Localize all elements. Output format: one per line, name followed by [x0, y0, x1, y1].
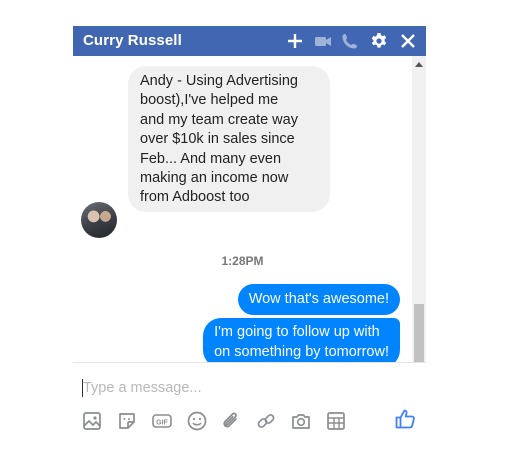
message-line: boost),I've helped me [140, 92, 279, 109]
message-line: from Adboost too [140, 189, 250, 206]
outgoing-message: Wow that's awesome! [237, 284, 400, 315]
message-line: over $10k in sales since [140, 131, 295, 148]
message-list[interactable]: Andy - Using Advertising boost),I've hel… [73, 56, 426, 392]
message-composer: GIF [73, 363, 426, 446]
gear-icon[interactable] [370, 32, 388, 50]
chat-window: Curry Russell Andy - Using Advertising b… [73, 26, 426, 446]
thumbs-up-icon[interactable] [394, 407, 418, 431]
message-line: Feb... And many even [140, 150, 282, 167]
svg-text:GIF: GIF [156, 419, 168, 426]
emoji-icon[interactable] [186, 410, 208, 432]
video-icon[interactable] [314, 32, 332, 50]
sticker-icon[interactable] [116, 410, 138, 432]
message-line: on something by tomorrow! [214, 343, 389, 360]
avatar[interactable] [81, 202, 117, 238]
gif-icon[interactable]: GIF [151, 410, 173, 432]
plus-icon[interactable] [286, 32, 304, 50]
message-line: and my team create way [140, 111, 298, 128]
message-line: Andy - Using Advertising [140, 73, 298, 89]
chat-header[interactable]: Curry Russell [73, 26, 426, 56]
message-timestamp: 1:28PM [221, 254, 264, 268]
message-input[interactable] [81, 378, 383, 398]
phone-icon[interactable] [341, 32, 359, 50]
message-line: Wow that's awesome! [248, 291, 389, 307]
scrollbar[interactable] [412, 56, 426, 392]
table-icon[interactable] [325, 410, 347, 432]
camera-icon[interactable] [290, 410, 312, 432]
contact-name[interactable]: Curry Russell [83, 32, 182, 49]
outgoing-message: I'm going to follow up with on something… [203, 318, 400, 368]
text-cursor [82, 379, 83, 397]
incoming-message: Andy - Using Advertising boost),I've hel… [128, 66, 330, 212]
link-icon[interactable] [255, 410, 277, 432]
message-line: I'm going to follow up with [214, 324, 380, 340]
attachment-icon[interactable] [220, 410, 242, 432]
scroll-up-arrow[interactable] [415, 62, 423, 67]
message-line: making an income now [140, 170, 289, 187]
close-icon[interactable] [399, 32, 417, 50]
image-icon[interactable] [81, 410, 103, 432]
